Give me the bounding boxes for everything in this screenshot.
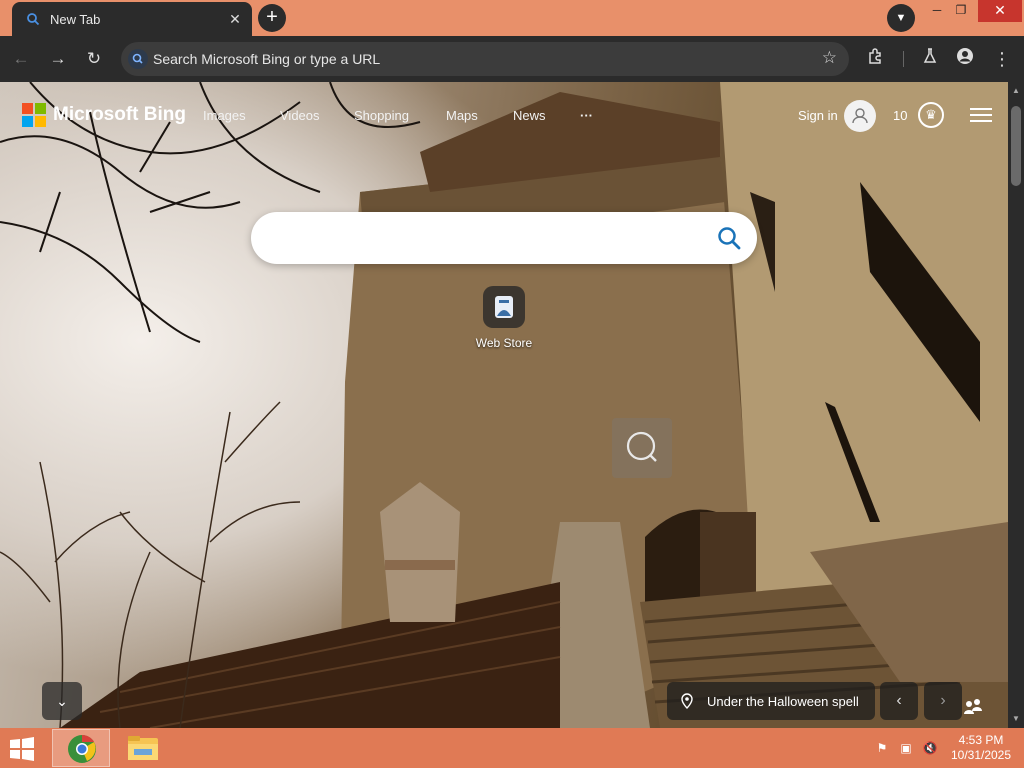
microsoft-logo-icon	[22, 103, 46, 127]
menu-icon[interactable]	[970, 108, 992, 122]
network-icon[interactable]: ▣	[898, 740, 914, 756]
visual-search-icon[interactable]	[612, 418, 672, 478]
windows-start-icon[interactable]	[8, 737, 36, 761]
bing-logo-text: Microsoft Bing	[53, 104, 186, 125]
search-box[interactable]	[251, 212, 757, 264]
chevron-left-icon[interactable]: ‹	[880, 682, 918, 720]
nav-news[interactable]: News	[513, 108, 546, 123]
feedback-icon[interactable]	[962, 696, 984, 718]
system-clock[interactable]: 4:53 PM 10/31/2025	[944, 733, 1018, 763]
back-arrow-icon[interactable]: ←	[8, 46, 34, 72]
location-pin-icon	[681, 693, 693, 709]
toolbar-divider	[903, 51, 904, 67]
rewards-trophy-icon[interactable]: ♛	[918, 102, 944, 128]
title-bar: New Tab ✕ + ▼ ─ ❐ ✕	[0, 0, 1024, 36]
address-placeholder: Search Microsoft Bing or type a URL	[153, 51, 381, 67]
address-bar[interactable]: Search Microsoft Bing or type a URL ☆	[121, 42, 849, 76]
quick-link-label: Web Store	[475, 336, 533, 350]
search-engine-icon	[128, 49, 148, 69]
chevron-down-icon[interactable]: ⌄	[42, 682, 82, 720]
tab-search-button[interactable]: ▼	[887, 4, 915, 32]
nav-more-button[interactable]: ···	[580, 108, 593, 123]
close-window-button[interactable]: ✕	[978, 0, 1022, 22]
image-caption-text: Under the Halloween spell	[707, 693, 859, 709]
browser-toolbar: ← → ↻ Search Microsoft Bing or type a UR…	[0, 36, 1024, 82]
taskbar: ⚑ ▣ 🔇 4:53 PM 10/31/2025	[0, 728, 1024, 768]
clock-time: 4:53 PM	[958, 733, 1004, 747]
search-input[interactable]	[273, 224, 693, 252]
tab-title: New Tab	[50, 11, 101, 27]
clock-date: 10/31/2025	[950, 748, 1012, 762]
bing-logo[interactable]: Microsoft Bing	[22, 102, 186, 128]
rewards-points[interactable]: 10	[893, 108, 907, 123]
scroll-up-icon[interactable]: ▲	[1011, 86, 1021, 96]
nav-maps[interactable]: Maps	[446, 108, 478, 123]
chevron-right-icon[interactable]: ›	[924, 682, 962, 720]
quick-link-web-store[interactable]: Web Store	[466, 286, 542, 350]
tab-close-icon[interactable]: ✕	[226, 10, 244, 28]
scroll-down-icon[interactable]: ▼	[1011, 714, 1021, 724]
search-icon[interactable]	[715, 224, 743, 252]
page-scrollbar[interactable]: ▲ ▼	[1008, 82, 1024, 728]
nav-images[interactable]: Images	[203, 108, 246, 123]
scrollbar-thumb[interactable]	[1011, 106, 1021, 186]
forward-arrow-icon[interactable]: →	[45, 46, 71, 72]
profile-icon[interactable]	[953, 47, 977, 71]
star-icon[interactable]: ☆	[822, 48, 837, 68]
taskbar-explorer-button[interactable]	[114, 729, 172, 767]
chrome-icon	[68, 735, 96, 763]
volume-muted-icon[interactable]: 🔇	[922, 740, 938, 756]
nav-shopping[interactable]: Shopping	[354, 108, 409, 123]
extensions-icon[interactable]	[864, 47, 888, 71]
image-info-button[interactable]: Under the Halloween spell	[667, 682, 875, 720]
restore-button[interactable]: ❐	[946, 0, 976, 22]
action-center-flag-icon[interactable]: ⚑	[874, 740, 890, 756]
bing-homepage: Microsoft Bing Images Videos Shopping Ma…	[0, 82, 1008, 728]
tab-new-tab[interactable]: New Tab ✕	[12, 2, 252, 36]
file-explorer-icon	[128, 736, 158, 760]
reload-icon[interactable]: ↻	[81, 46, 107, 72]
web-store-icon	[483, 286, 525, 328]
new-tab-button[interactable]: +	[258, 4, 286, 32]
bing-search-icon	[27, 13, 40, 26]
sign-in-link[interactable]: Sign in	[798, 108, 838, 123]
labs-icon[interactable]	[918, 47, 942, 71]
taskbar-chrome-button[interactable]	[52, 729, 110, 767]
nav-videos[interactable]: Videos	[280, 108, 320, 123]
avatar-icon[interactable]	[844, 100, 876, 132]
background-image	[0, 82, 1008, 728]
more-menu-icon[interactable]: ⋮	[990, 47, 1014, 71]
